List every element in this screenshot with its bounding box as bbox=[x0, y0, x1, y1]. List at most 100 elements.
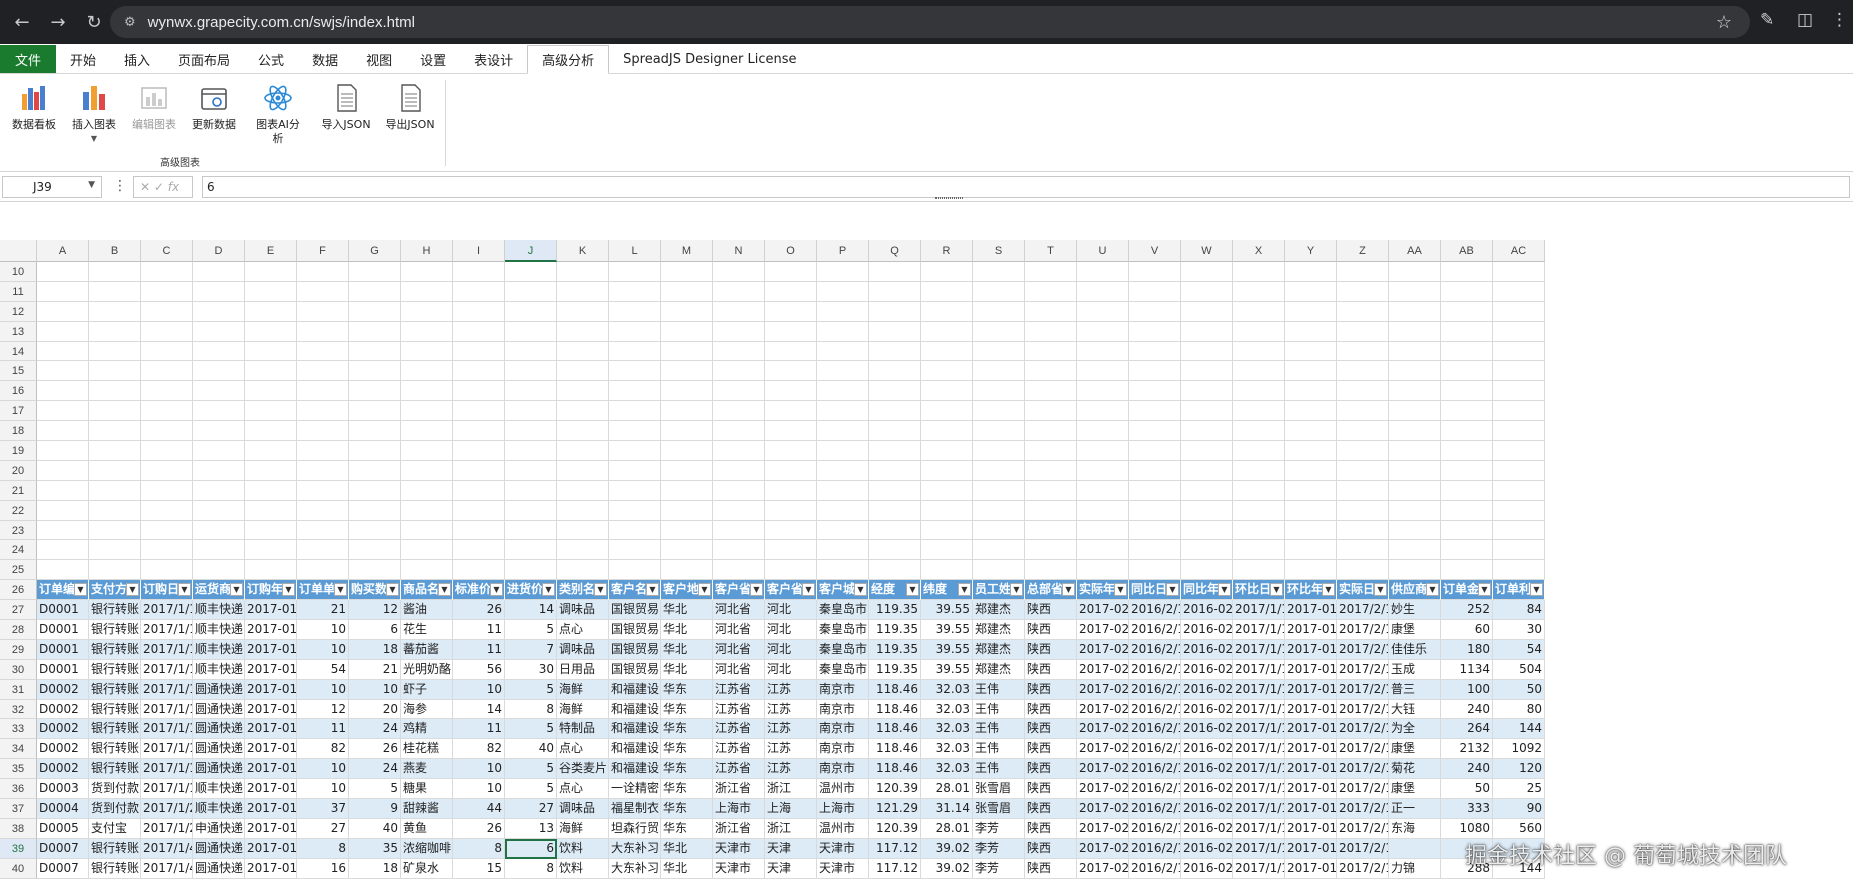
table-cell[interactable]: 华北 bbox=[661, 659, 713, 680]
table-cell[interactable]: 王伟 bbox=[973, 679, 1025, 700]
table-cell[interactable]: D0005 bbox=[37, 818, 89, 839]
cell[interactable] bbox=[245, 341, 297, 362]
cell[interactable] bbox=[193, 441, 245, 461]
cell[interactable] bbox=[505, 281, 557, 302]
cell[interactable] bbox=[817, 341, 869, 362]
row-header[interactable]: 25 bbox=[0, 560, 37, 581]
cell[interactable] bbox=[869, 441, 921, 461]
table-cell[interactable]: 560 bbox=[1493, 818, 1545, 839]
table-cell[interactable]: 南京市 bbox=[817, 699, 869, 720]
table-cell[interactable]: 银行转账 bbox=[89, 600, 141, 621]
tab-2[interactable]: 插入 bbox=[110, 45, 164, 73]
table-cell[interactable]: 2017-02 bbox=[1077, 679, 1129, 700]
cell[interactable] bbox=[765, 520, 817, 541]
table-cell[interactable]: 2016-02 bbox=[1181, 838, 1233, 859]
row-header[interactable]: 20 bbox=[0, 460, 37, 481]
cell[interactable] bbox=[765, 381, 817, 402]
cell[interactable] bbox=[1233, 262, 1285, 282]
cell[interactable] bbox=[453, 401, 505, 422]
cell[interactable] bbox=[973, 301, 1025, 322]
filter-dropdown-icon[interactable]: ▼ bbox=[282, 583, 295, 597]
cell[interactable] bbox=[1025, 321, 1077, 342]
cell[interactable] bbox=[1285, 421, 1337, 442]
cell[interactable] bbox=[817, 520, 869, 541]
cell[interactable] bbox=[869, 301, 921, 322]
tab-10[interactable]: SpreadJS Designer License bbox=[609, 45, 810, 73]
cell[interactable] bbox=[1181, 480, 1233, 501]
cell[interactable] bbox=[401, 441, 453, 461]
table-cell[interactable]: 5 bbox=[505, 759, 557, 780]
table-cell[interactable]: 和福建设 bbox=[609, 739, 661, 760]
table-cell[interactable]: 2017/1/1 bbox=[1233, 719, 1285, 740]
table-cell[interactable]: 陕西 bbox=[1025, 858, 1077, 879]
table-cell[interactable]: D0002 bbox=[37, 699, 89, 720]
cell[interactable] bbox=[1493, 560, 1545, 581]
table-cell[interactable]: 郑建杰 bbox=[973, 659, 1025, 680]
cell[interactable] bbox=[765, 560, 817, 581]
table-cell[interactable]: 2017-01 bbox=[245, 759, 297, 780]
cell[interactable] bbox=[713, 500, 765, 521]
cell[interactable] bbox=[1441, 361, 1493, 382]
table-cell[interactable]: 2017-01 bbox=[245, 838, 297, 859]
cell[interactable] bbox=[973, 520, 1025, 541]
table-cell[interactable]: 14 bbox=[453, 699, 505, 720]
cell[interactable] bbox=[141, 361, 193, 382]
cell[interactable] bbox=[921, 301, 973, 322]
cell[interactable] bbox=[401, 301, 453, 322]
cell[interactable] bbox=[557, 281, 609, 302]
cell[interactable] bbox=[297, 381, 349, 402]
cell[interactable] bbox=[557, 381, 609, 402]
table-header-cell[interactable]: 经度 ▼ bbox=[869, 580, 921, 601]
cell[interactable] bbox=[973, 500, 1025, 521]
table-cell[interactable]: 120.39 bbox=[869, 779, 921, 800]
cell[interactable] bbox=[1181, 460, 1233, 481]
cell[interactable] bbox=[1077, 361, 1129, 382]
cell[interactable] bbox=[1077, 301, 1129, 322]
cell[interactable] bbox=[1077, 560, 1129, 581]
table-cell[interactable]: 240 bbox=[1441, 759, 1493, 780]
table-cell[interactable]: 饮料 bbox=[557, 858, 609, 879]
row-header[interactable]: 16 bbox=[0, 381, 37, 402]
table-cell[interactable]: 2017-01 bbox=[1285, 858, 1337, 879]
table-cell[interactable]: 2016/2/1 bbox=[1129, 679, 1181, 700]
cell[interactable] bbox=[141, 421, 193, 442]
cell[interactable] bbox=[401, 460, 453, 481]
cell[interactable] bbox=[921, 480, 973, 501]
cell[interactable] bbox=[817, 262, 869, 282]
table-cell[interactable]: D0002 bbox=[37, 679, 89, 700]
table-cell[interactable]: 陕西 bbox=[1025, 719, 1077, 740]
table-header-cell[interactable]: 订购年 ▼ bbox=[245, 580, 297, 601]
cell[interactable] bbox=[557, 321, 609, 342]
table-cell[interactable]: 康堡 bbox=[1389, 620, 1441, 640]
cell[interactable] bbox=[1285, 301, 1337, 322]
cell[interactable] bbox=[1181, 520, 1233, 541]
table-cell[interactable]: 5 bbox=[505, 779, 557, 800]
row-header[interactable]: 40 bbox=[0, 858, 37, 879]
table-cell[interactable]: 252 bbox=[1441, 600, 1493, 621]
table-cell[interactable]: 14 bbox=[505, 600, 557, 621]
data-dashboard-button[interactable]: 数据看板 bbox=[8, 82, 60, 132]
table-cell[interactable]: 河北省 bbox=[713, 639, 765, 660]
fx-icon[interactable]: fx bbox=[168, 180, 179, 194]
cell[interactable] bbox=[89, 301, 141, 322]
cell[interactable] bbox=[1233, 401, 1285, 422]
table-cell[interactable]: 温州市 bbox=[817, 779, 869, 800]
table-cell[interactable]: 2017-01 bbox=[245, 659, 297, 680]
cell[interactable] bbox=[1077, 421, 1129, 442]
cell[interactable] bbox=[869, 500, 921, 521]
cell[interactable] bbox=[661, 500, 713, 521]
cell[interactable] bbox=[661, 341, 713, 362]
column-header-L[interactable]: L bbox=[609, 240, 661, 262]
table-cell[interactable]: 银行转账 bbox=[89, 719, 141, 740]
table-cell[interactable]: 华东 bbox=[661, 739, 713, 760]
cell[interactable] bbox=[505, 540, 557, 561]
table-cell[interactable]: 江苏省 bbox=[713, 739, 765, 760]
cell[interactable] bbox=[765, 480, 817, 501]
cell[interactable] bbox=[1129, 361, 1181, 382]
table-cell[interactable]: 2017/2/1 bbox=[1337, 858, 1389, 879]
table-cell[interactable]: 陕西 bbox=[1025, 818, 1077, 839]
table-cell[interactable]: 2017/2/1 bbox=[1337, 699, 1389, 720]
table-cell[interactable]: 12 bbox=[297, 699, 349, 720]
filter-dropdown-icon[interactable]: ▼ bbox=[1426, 583, 1439, 597]
table-cell[interactable]: 浙江 bbox=[765, 779, 817, 800]
